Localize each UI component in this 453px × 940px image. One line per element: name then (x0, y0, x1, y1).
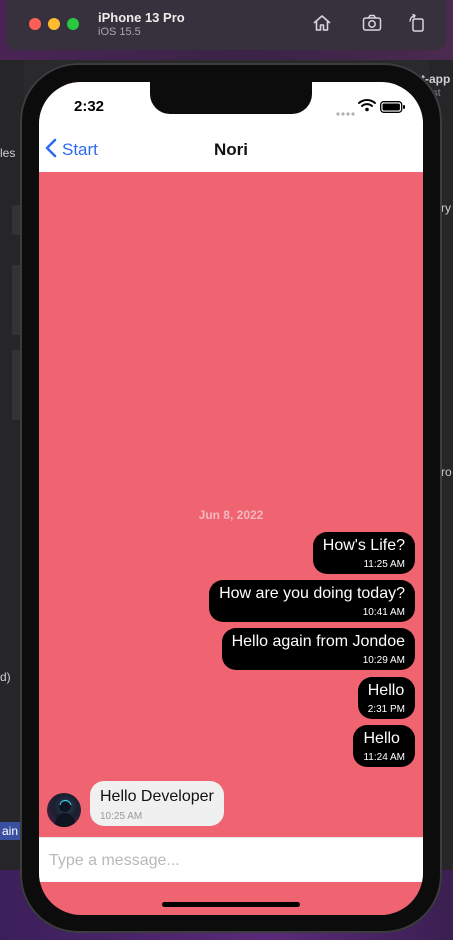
home-icon[interactable] (311, 12, 333, 34)
message-text: Hello (367, 682, 405, 699)
side-text-fragment: les (0, 146, 16, 160)
message-text: Hello Developer (100, 788, 214, 805)
close-window-button[interactable] (29, 18, 41, 30)
simulator-device-name: iPhone 13 Pro (98, 10, 185, 25)
side-text-fragment: ro (441, 465, 452, 479)
message-text: How are you doing today? (219, 585, 405, 602)
navigation-bar: Start Nori (39, 128, 423, 172)
message-time: 10:41 AM (362, 607, 405, 618)
message-time: 11:25 AM (363, 559, 405, 570)
screenshot-camera-icon[interactable] (361, 12, 383, 34)
simulator-toolbar: iPhone 13 Pro iOS 15.5 (6, 0, 446, 50)
chat-title: Nori (214, 140, 248, 159)
message-time: 11:24 AM (363, 752, 405, 763)
message-text: Hello (363, 730, 400, 747)
camera-notch (150, 82, 312, 114)
status-time: 2:32 (74, 98, 105, 115)
message-time: 10:25 AM (100, 811, 143, 822)
message-time: 10:29 AM (362, 655, 405, 666)
side-text-fragment: ry (441, 201, 451, 215)
minimize-window-button[interactable] (48, 18, 60, 30)
side-text-fragment: d) (0, 670, 11, 684)
wifi-icon (358, 98, 376, 117)
outgoing-message-bubble[interactable]: How are you doing today? 10:41 AM (209, 580, 415, 622)
outgoing-message-bubble[interactable]: Hello 2:31 PM (357, 677, 415, 719)
outgoing-message-bubble[interactable]: How's Life? 11:25 AM (312, 532, 415, 574)
contact-avatar[interactable] (47, 793, 81, 827)
message-text: How's Life? (322, 537, 405, 554)
message-time: 2:31 PM (367, 704, 405, 715)
outgoing-message-bubble[interactable]: Hello again from Jondoe 10:29 AM (221, 628, 415, 670)
message-text: Hello again from Jondoe (231, 633, 405, 650)
message-input[interactable] (47, 846, 411, 876)
message-composer (39, 837, 423, 882)
rotate-device-icon[interactable] (406, 12, 428, 34)
signal-dots-icon (336, 104, 356, 122)
date-separator: Jun 8, 2022 (198, 508, 264, 522)
zoom-window-button[interactable] (67, 18, 79, 30)
home-indicator[interactable] (162, 902, 300, 907)
incoming-message-bubble[interactable]: Hello Developer 10:25 AM (90, 781, 224, 826)
simulator-os-version: iOS 15.5 (98, 26, 141, 38)
battery-icon (380, 100, 406, 118)
outgoing-message-bubble[interactable]: Hello 11:24 AM (353, 725, 415, 767)
phone-screen: 2:32 Start Nori Jun 8, 2022 How's Life? … (39, 82, 423, 915)
side-text-fragment: ain (0, 822, 21, 840)
